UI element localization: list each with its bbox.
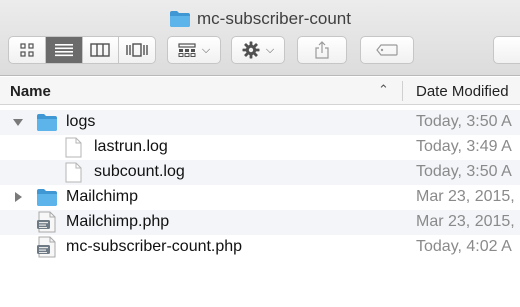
folder-icon xyxy=(170,11,190,27)
window-title: mc-subscriber-count xyxy=(0,8,520,30)
cover-flow-view-button[interactable] xyxy=(119,37,155,63)
file-row-mailchimp[interactable]: Mailchimp Mar 23, 2015, xyxy=(0,185,520,210)
date-modified-column-header[interactable]: Date Modified xyxy=(416,83,509,100)
file-name: lastrun.log xyxy=(94,138,168,155)
file-row-subcount-log[interactable]: subcount.log Today, 3:50 A xyxy=(0,160,520,185)
file-name: subcount.log xyxy=(94,163,185,180)
column-header: Name ⌃ Date Modified xyxy=(0,77,520,105)
file-name: mc-subscriber-count.php xyxy=(66,238,243,255)
share-button[interactable] xyxy=(297,36,347,64)
file-name: Mailchimp.php xyxy=(66,213,170,230)
file-date: Today, 4:02 A xyxy=(416,238,512,255)
file-name: logs xyxy=(66,113,96,130)
file-date: Mar 23, 2015, xyxy=(416,188,515,205)
file-date: Today, 3:50 A xyxy=(416,113,512,130)
tag-icon xyxy=(376,44,398,56)
arrange-icon xyxy=(178,43,196,57)
chevron-down-icon: ⌵ xyxy=(265,43,275,56)
file-row-logs[interactable]: logs Today, 3:50 A xyxy=(0,110,520,135)
file-name: Mailchimp xyxy=(66,188,139,205)
document-icon xyxy=(65,137,82,158)
column-divider[interactable] xyxy=(402,81,403,101)
disclosure-triangle-expanded-icon[interactable] xyxy=(12,116,24,128)
document-icon xyxy=(65,162,82,183)
chevron-down-icon: ⌵ xyxy=(201,43,211,56)
view-mode-control xyxy=(8,36,156,64)
action-button[interactable]: ⌵ xyxy=(231,36,285,64)
folder-icon xyxy=(37,114,57,131)
file-row-mailchimp-php[interactable]: Mailchimp.php Mar 23, 2015, xyxy=(0,210,520,235)
column-view-button[interactable] xyxy=(83,37,120,63)
arrange-button[interactable]: ⌵ xyxy=(167,36,221,64)
sort-ascending-icon: ⌃ xyxy=(378,82,389,97)
php-file-icon xyxy=(37,211,56,233)
file-date: Today, 3:50 A xyxy=(416,163,512,180)
file-row-lastrun-log[interactable]: lastrun.log Today, 3:49 A xyxy=(0,135,520,160)
window-toolbar: mc-subscriber-count ⌵ ⌵ xyxy=(0,0,520,76)
share-icon xyxy=(315,41,329,59)
file-list: logs Today, 3:50 A lastrun.log Today, 3:… xyxy=(0,110,520,260)
icon-view-icon xyxy=(20,43,34,57)
search-field[interactable] xyxy=(493,36,520,64)
folder-icon xyxy=(37,189,57,206)
disclosure-triangle-collapsed-icon[interactable] xyxy=(12,191,24,203)
icon-view-button[interactable] xyxy=(9,37,46,63)
window-title-text: mc-subscriber-count xyxy=(197,9,351,28)
tag-button[interactable] xyxy=(360,36,414,64)
name-column-header[interactable]: Name xyxy=(10,83,51,100)
column-view-icon xyxy=(90,43,111,57)
php-file-icon xyxy=(37,236,56,258)
cover-flow-icon xyxy=(126,43,148,57)
list-view-button[interactable] xyxy=(45,37,83,63)
file-date: Mar 23, 2015, xyxy=(416,213,515,230)
gear-icon xyxy=(242,41,260,59)
list-view-icon xyxy=(54,44,73,57)
file-date: Today, 3:49 A xyxy=(416,138,512,155)
file-row-mc-subscriber-count-php[interactable]: mc-subscriber-count.php Today, 4:02 A xyxy=(0,235,520,260)
